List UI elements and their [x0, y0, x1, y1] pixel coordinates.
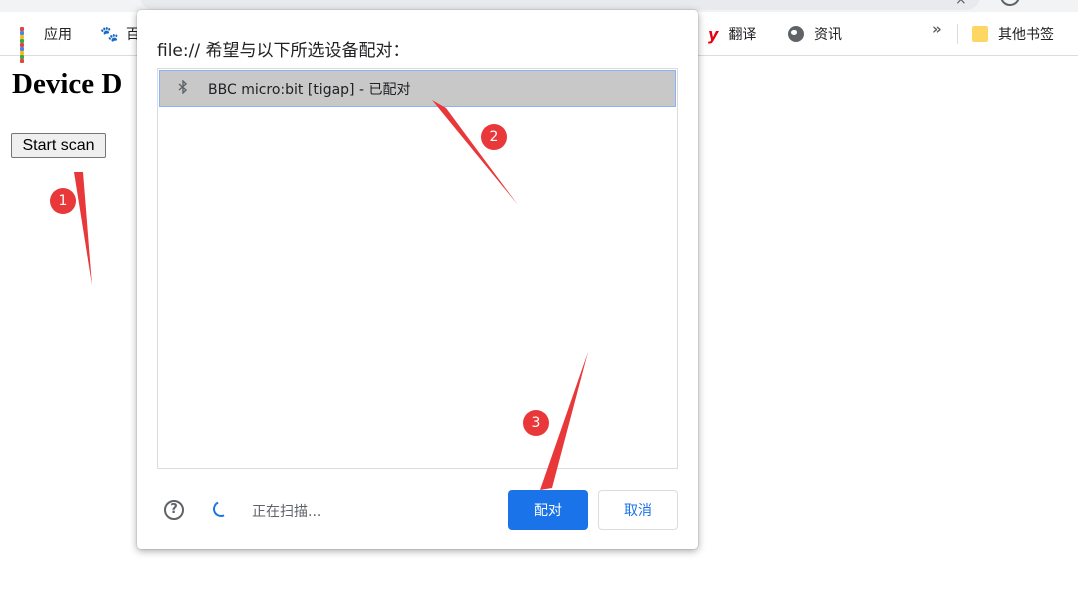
youdao-icon: y [708, 24, 719, 44]
device-name: BBC micro:bit [tigap] - 已配对 [208, 81, 411, 98]
annotation-badge-3: 3 [523, 410, 549, 436]
globe-icon [788, 26, 804, 42]
bookmark-label: 应用 [44, 27, 72, 43]
bookmark-apps[interactable]: 应用 [20, 24, 72, 63]
cancel-button[interactable]: 取消 [598, 490, 678, 530]
device-list-item[interactable]: BBC micro:bit [tigap] - 已配对 [159, 70, 676, 107]
page-title: Device D [12, 68, 123, 100]
pair-button[interactable]: 配对 [508, 490, 588, 530]
profile-icon[interactable] [1000, 0, 1020, 6]
bookmark-label: 资讯 [814, 27, 842, 43]
bookmark-label: 翻译 [728, 27, 757, 43]
apps-grid-icon [20, 27, 34, 63]
folder-icon [972, 26, 988, 42]
annotation-arrow-1 [74, 172, 92, 285]
other-bookmarks-label: 其他书签 [998, 27, 1054, 43]
device-list: BBC micro:bit [tigap] - 已配对 [157, 68, 678, 469]
bookmark-translate[interactable]: y 翻译 [708, 24, 756, 44]
bluetooth-icon [176, 78, 190, 98]
bookmark-baidu[interactable]: 🐾 百 [100, 24, 140, 44]
bookmarks-overflow-icon[interactable]: » [932, 20, 942, 38]
bluetooth-pair-dialog: file:// 希望与以下所选设备配对： BBC micro:bit [tiga… [137, 10, 698, 549]
divider [957, 24, 958, 44]
scan-status: 正在扫描... [252, 504, 322, 520]
bookmark-news[interactable]: 资讯 [788, 24, 842, 44]
baidu-paw-icon: 🐾 [100, 25, 119, 43]
annotation-badge-1: 1 [50, 188, 76, 214]
loading-spinner-icon [210, 498, 232, 520]
close-icon[interactable]: × [955, 0, 967, 8]
help-icon[interactable]: ? [164, 500, 184, 520]
annotation-badge-2: 2 [481, 124, 507, 150]
start-scan-button[interactable]: Start scan [11, 133, 106, 158]
dialog-title: file:// 希望与以下所选设备配对： [157, 41, 410, 61]
address-bar[interactable] [140, 0, 980, 10]
other-bookmarks[interactable]: 其他书签 [972, 24, 1054, 44]
